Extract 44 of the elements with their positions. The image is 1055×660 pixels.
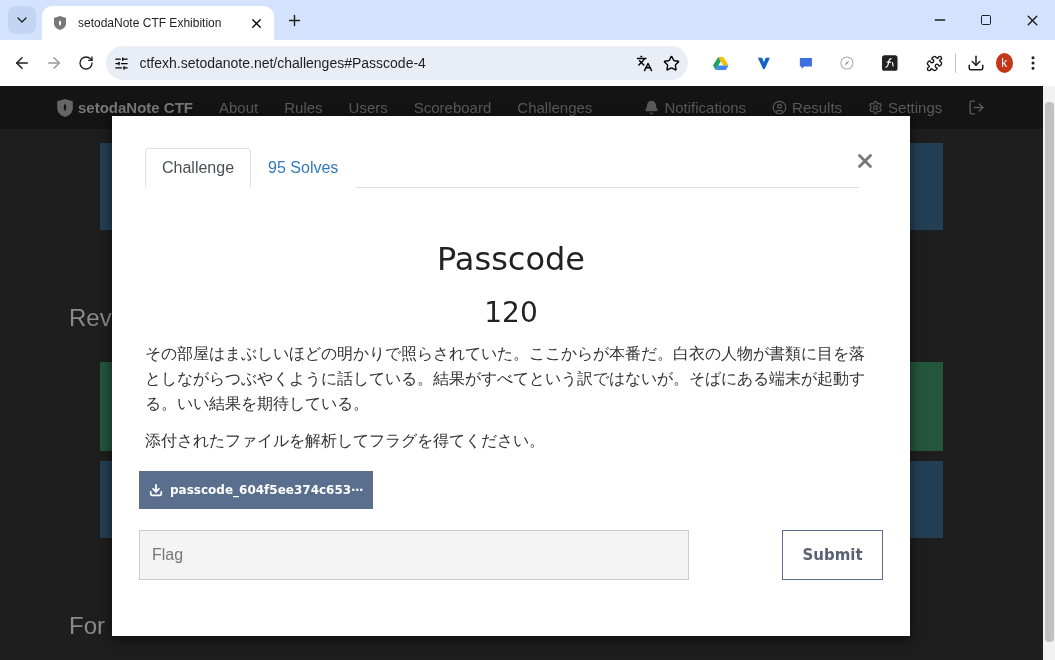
drive-icon[interactable]	[713, 55, 729, 71]
profile-avatar[interactable]: k	[995, 53, 1013, 73]
nav-link[interactable]: Challenges	[517, 99, 593, 116]
reload-icon[interactable]	[78, 55, 95, 71]
scrollbar-thumb[interactable]	[1044, 102, 1054, 642]
nav-link[interactable]: Users	[348, 99, 388, 116]
flag-input-field[interactable]: Flag	[139, 530, 689, 580]
shield-logo-icon	[56, 97, 74, 118]
submit-button[interactable]: Submit	[782, 530, 883, 580]
challenge-points: 120	[483, 296, 539, 329]
download-icon[interactable]	[966, 54, 985, 72]
category-heading: Rev	[69, 304, 112, 332]
file-download-button[interactable]: passcode_604f5ee374c653⋯	[139, 471, 374, 509]
nav-link[interactable]: Notifications	[644, 99, 747, 116]
address-bar[interactable]: ctfexh.setodanote.net/challenges#Passcode-4	[106, 46, 689, 80]
nav-link[interactable]: Rules	[284, 99, 323, 116]
function-icon[interactable]	[882, 54, 898, 72]
puzzle-icon[interactable]	[926, 54, 944, 72]
url-text: ctfexh.setodanote.net/challenges#Passcode-4	[139, 55, 427, 71]
nav-link[interactable]: Settings	[868, 99, 943, 116]
site-icon	[52, 15, 68, 31]
user-icon	[772, 100, 788, 115]
tab-title: setodaNote CTF Exhibition	[78, 16, 223, 30]
description-text: 添付されたファイルを解析してフラグを得てください。	[145, 430, 546, 452]
dialog-tab[interactable]: Challenge	[145, 148, 252, 188]
v-logo-icon[interactable]	[756, 55, 771, 71]
site-settings-icon[interactable]	[114, 55, 130, 71]
chat-bubble-icon[interactable]	[798, 55, 813, 71]
browser-tab[interactable]: setodaNote CTF Exhibition	[42, 6, 274, 40]
tab-search-button[interactable]	[8, 6, 36, 34]
challenge-title: Passcode	[436, 240, 586, 278]
description-text: その部屋はまぶしいほどの明かりで照らされていた。ここからが本番だ。白衣の人物が書類に目を落としながらつぶやくように話している。結果がすべてという訳ではないが。そばにある端末が起動する。いい結果を期待している。	[145, 343, 866, 415]
logout-icon[interactable]	[968, 99, 986, 116]
bookmark-star-icon[interactable]	[663, 54, 681, 72]
bell-icon	[644, 100, 660, 115]
nav-link[interactable]: Results	[772, 99, 843, 116]
category-heading: For	[69, 612, 105, 640]
translate-icon[interactable]	[636, 54, 654, 72]
maximize-icon[interactable]	[980, 14, 992, 26]
nav-link[interactable]: About	[219, 99, 259, 116]
nav-link[interactable]: Scoreboard	[413, 99, 492, 116]
brand-link[interactable]: setodaNote CTF	[56, 97, 193, 118]
gear-icon	[868, 100, 884, 115]
download-icon	[149, 483, 163, 497]
